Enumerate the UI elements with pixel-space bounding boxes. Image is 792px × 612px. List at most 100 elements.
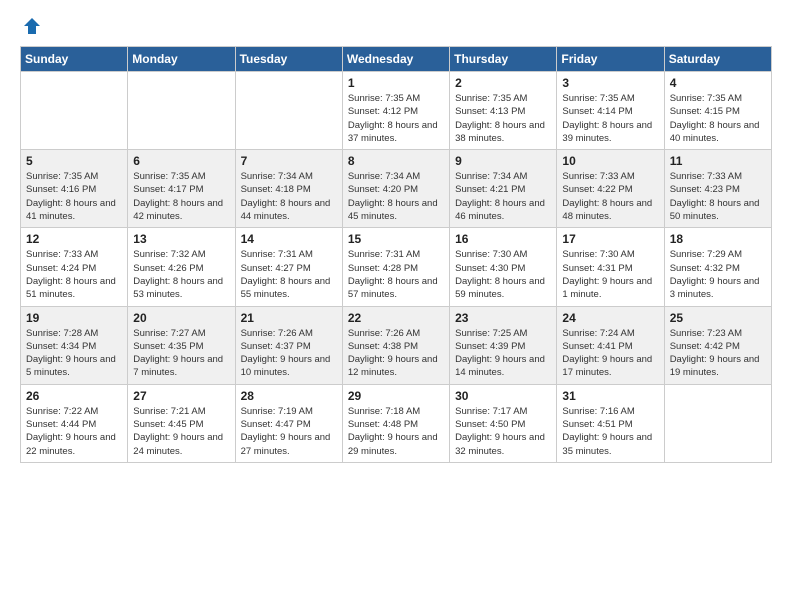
day-info: Sunrise: 7:30 AM Sunset: 4:30 PM Dayligh… <box>455 248 551 301</box>
day-number: 21 <box>241 311 337 325</box>
day-number: 28 <box>241 389 337 403</box>
day-info: Sunrise: 7:31 AM Sunset: 4:28 PM Dayligh… <box>348 248 444 301</box>
calendar-cell: 25 Sunrise: 7:23 AM Sunset: 4:42 PM Dayli… <box>664 306 771 384</box>
day-info: Sunrise: 7:33 AM Sunset: 4:22 PM Dayligh… <box>562 170 658 223</box>
day-number: 8 <box>348 154 444 168</box>
day-number: 31 <box>562 389 658 403</box>
calendar-cell: 16 Sunrise: 7:30 AM Sunset: 4:30 PM Dayli… <box>450 228 557 306</box>
calendar-cell: 3Sunrise: 7:35 AM Sunset: 4:14 PM Daylig… <box>557 72 664 150</box>
day-info: Sunrise: 7:24 AM Sunset: 4:41 PM Dayligh… <box>562 327 658 380</box>
day-info: Sunrise: 7:27 AM Sunset: 4:35 PM Dayligh… <box>133 327 229 380</box>
calendar-cell: 14Sunrise: 7:31 AM Sunset: 4:27 PM Dayli… <box>235 228 342 306</box>
day-number: 19 <box>26 311 122 325</box>
day-number: 30 <box>455 389 551 403</box>
calendar-week-3: 19 Sunrise: 7:28 AM Sunset: 4:34 PM Dayli… <box>21 306 772 384</box>
day-info: Sunrise: 7:34 AM Sunset: 4:20 PM Dayligh… <box>348 170 444 223</box>
calendar-cell: 27 Sunrise: 7:21 AM Sunset: 4:45 PM Dayli… <box>128 384 235 462</box>
weekday-header-wednesday: Wednesday <box>342 47 449 72</box>
day-number: 29 <box>348 389 444 403</box>
day-info: Sunrise: 7:32 AM Sunset: 4:26 PM Dayligh… <box>133 248 229 301</box>
day-info: Sunrise: 7:26 AM Sunset: 4:38 PM Dayligh… <box>348 327 444 380</box>
day-number: 11 <box>670 154 766 168</box>
day-info: Sunrise: 7:33 AM Sunset: 4:24 PM Dayligh… <box>26 248 122 301</box>
day-number: 13 <box>133 232 229 246</box>
day-info: Sunrise: 7:18 AM Sunset: 4:48 PM Dayligh… <box>348 405 444 458</box>
header <box>20 16 772 36</box>
day-number: 27 <box>133 389 229 403</box>
calendar-cell: 23Sunrise: 7:25 AM Sunset: 4:39 PM Dayli… <box>450 306 557 384</box>
calendar-cell: 10 Sunrise: 7:33 AM Sunset: 4:22 PM Dayli… <box>557 150 664 228</box>
day-info: Sunrise: 7:22 AM Sunset: 4:44 PM Dayligh… <box>26 405 122 458</box>
calendar-cell: 29 Sunrise: 7:18 AM Sunset: 4:48 PM Dayli… <box>342 384 449 462</box>
day-number: 16 <box>455 232 551 246</box>
calendar-cell: 1 Sunrise: 7:35 AM Sunset: 4:12 PM Daylig… <box>342 72 449 150</box>
day-info: Sunrise: 7:35 AM Sunset: 4:16 PM Dayligh… <box>26 170 122 223</box>
day-info: Sunrise: 7:19 AM Sunset: 4:47 PM Dayligh… <box>241 405 337 458</box>
day-info: Sunrise: 7:34 AM Sunset: 4:21 PM Dayligh… <box>455 170 551 223</box>
calendar-cell: 13 Sunrise: 7:32 AM Sunset: 4:26 PM Dayli… <box>128 228 235 306</box>
day-info: Sunrise: 7:30 AM Sunset: 4:31 PM Dayligh… <box>562 248 658 301</box>
day-info: Sunrise: 7:34 AM Sunset: 4:18 PM Dayligh… <box>241 170 337 223</box>
calendar-cell <box>664 384 771 462</box>
calendar-week-2: 12Sunrise: 7:33 AM Sunset: 4:24 PM Dayli… <box>21 228 772 306</box>
weekday-header-tuesday: Tuesday <box>235 47 342 72</box>
calendar-cell: 11Sunrise: 7:33 AM Sunset: 4:23 PM Dayli… <box>664 150 771 228</box>
day-number: 15 <box>348 232 444 246</box>
day-number: 26 <box>26 389 122 403</box>
day-info: Sunrise: 7:23 AM Sunset: 4:42 PM Dayligh… <box>670 327 766 380</box>
day-number: 7 <box>241 154 337 168</box>
day-info: Sunrise: 7:35 AM Sunset: 4:17 PM Dayligh… <box>133 170 229 223</box>
day-info: Sunrise: 7:35 AM Sunset: 4:12 PM Dayligh… <box>348 92 444 145</box>
calendar-cell: 12Sunrise: 7:33 AM Sunset: 4:24 PM Dayli… <box>21 228 128 306</box>
calendar-week-0: 1 Sunrise: 7:35 AM Sunset: 4:12 PM Daylig… <box>21 72 772 150</box>
calendar-cell: 24 Sunrise: 7:24 AM Sunset: 4:41 PM Dayli… <box>557 306 664 384</box>
day-number: 25 <box>670 311 766 325</box>
calendar-week-1: 5 Sunrise: 7:35 AM Sunset: 4:16 PM Daylig… <box>21 150 772 228</box>
calendar-cell: 31 Sunrise: 7:16 AM Sunset: 4:51 PM Dayli… <box>557 384 664 462</box>
day-number: 4 <box>670 76 766 90</box>
day-info: Sunrise: 7:31 AM Sunset: 4:27 PM Dayligh… <box>241 248 337 301</box>
weekday-header-friday: Friday <box>557 47 664 72</box>
day-info: Sunrise: 7:25 AM Sunset: 4:39 PM Dayligh… <box>455 327 551 380</box>
calendar-cell <box>21 72 128 150</box>
calendar-cell: 9 Sunrise: 7:34 AM Sunset: 4:21 PM Daylig… <box>450 150 557 228</box>
day-info: Sunrise: 7:28 AM Sunset: 4:34 PM Dayligh… <box>26 327 122 380</box>
day-info: Sunrise: 7:21 AM Sunset: 4:45 PM Dayligh… <box>133 405 229 458</box>
calendar-cell: 28 Sunrise: 7:19 AM Sunset: 4:47 PM Dayli… <box>235 384 342 462</box>
calendar-cell <box>128 72 235 150</box>
weekday-header-row: SundayMondayTuesdayWednesdayThursdayFrid… <box>21 47 772 72</box>
calendar-cell: 26 Sunrise: 7:22 AM Sunset: 4:44 PM Dayli… <box>21 384 128 462</box>
calendar-cell: 15 Sunrise: 7:31 AM Sunset: 4:28 PM Dayli… <box>342 228 449 306</box>
day-number: 6 <box>133 154 229 168</box>
day-number: 9 <box>455 154 551 168</box>
calendar-cell: 2Sunrise: 7:35 AM Sunset: 4:13 PM Daylig… <box>450 72 557 150</box>
calendar-cell: 21 Sunrise: 7:26 AM Sunset: 4:37 PM Dayli… <box>235 306 342 384</box>
day-number: 17 <box>562 232 658 246</box>
logo <box>20 16 42 36</box>
calendar-table: SundayMondayTuesdayWednesdayThursdayFrid… <box>20 46 772 463</box>
day-info: Sunrise: 7:26 AM Sunset: 4:37 PM Dayligh… <box>241 327 337 380</box>
day-info: Sunrise: 7:16 AM Sunset: 4:51 PM Dayligh… <box>562 405 658 458</box>
day-number: 5 <box>26 154 122 168</box>
day-number: 20 <box>133 311 229 325</box>
calendar-week-4: 26 Sunrise: 7:22 AM Sunset: 4:44 PM Dayli… <box>21 384 772 462</box>
day-number: 24 <box>562 311 658 325</box>
calendar-cell: 17 Sunrise: 7:30 AM Sunset: 4:31 PM Dayli… <box>557 228 664 306</box>
calendar-cell: 18Sunrise: 7:29 AM Sunset: 4:32 PM Dayli… <box>664 228 771 306</box>
day-number: 10 <box>562 154 658 168</box>
page: SundayMondayTuesdayWednesdayThursdayFrid… <box>0 0 792 479</box>
calendar-cell: 8 Sunrise: 7:34 AM Sunset: 4:20 PM Daylig… <box>342 150 449 228</box>
weekday-header-thursday: Thursday <box>450 47 557 72</box>
calendar-cell: 6 Sunrise: 7:35 AM Sunset: 4:17 PM Daylig… <box>128 150 235 228</box>
calendar-cell: 4Sunrise: 7:35 AM Sunset: 4:15 PM Daylig… <box>664 72 771 150</box>
day-number: 2 <box>455 76 551 90</box>
day-number: 18 <box>670 232 766 246</box>
weekday-header-sunday: Sunday <box>21 47 128 72</box>
day-number: 1 <box>348 76 444 90</box>
calendar-cell: 30 Sunrise: 7:17 AM Sunset: 4:50 PM Dayli… <box>450 384 557 462</box>
day-info: Sunrise: 7:17 AM Sunset: 4:50 PM Dayligh… <box>455 405 551 458</box>
calendar-cell: 22Sunrise: 7:26 AM Sunset: 4:38 PM Dayli… <box>342 306 449 384</box>
weekday-header-saturday: Saturday <box>664 47 771 72</box>
calendar-cell: 20 Sunrise: 7:27 AM Sunset: 4:35 PM Dayli… <box>128 306 235 384</box>
weekday-header-monday: Monday <box>128 47 235 72</box>
